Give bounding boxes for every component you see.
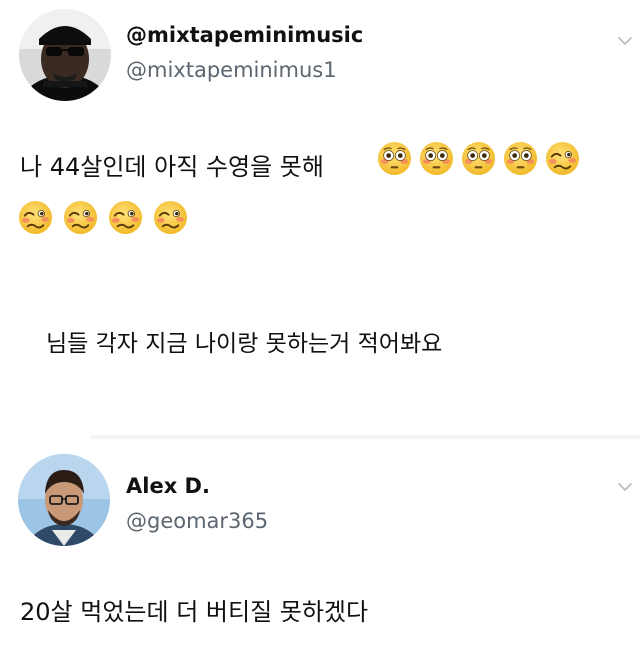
- tweet-text-line: 나 44살인데 아직 수영을 못해: [20, 153, 324, 181]
- person-glasses-avatar-icon: [18, 454, 110, 546]
- flushed-face-icon: [419, 141, 454, 176]
- woozy-face-icon: [545, 141, 580, 176]
- woozy-face-icon: [18, 200, 53, 235]
- display-name[interactable]: Alex D.: [126, 474, 210, 498]
- person-sunglasses-avatar-icon: [19, 9, 111, 101]
- flushed-face-icon: [461, 141, 496, 176]
- emoji-group: [377, 141, 580, 176]
- chevron-down-icon[interactable]: [616, 478, 634, 496]
- profile-avatar[interactable]: [19, 9, 111, 101]
- profile-avatar[interactable]: [18, 454, 110, 546]
- flushed-face-icon: [377, 141, 412, 176]
- user-handle[interactable]: @mixtapeminimus1: [126, 58, 337, 82]
- emoji-group: [18, 200, 188, 235]
- user-handle[interactable]: @geomar365: [126, 509, 268, 533]
- tweet-text-line: 님들 각자 지금 나이랑 못하는거 적어봐요: [46, 331, 443, 357]
- display-name[interactable]: @mixtapeminimusic: [126, 23, 363, 47]
- original-tweet: @mixtapeminimusic @mixtapeminimus1 나 44살…: [0, 0, 640, 432]
- flushed-face-icon: [503, 141, 538, 176]
- reply-tweet: Alex D. @geomar365 20살 먹었는데 더 버티질 못하겠다: [0, 440, 640, 652]
- woozy-face-icon: [108, 200, 143, 235]
- tweet-text-line: 20살 먹었는데 더 버티질 못하겠다: [20, 598, 369, 626]
- woozy-face-icon: [63, 200, 98, 235]
- woozy-face-icon: [153, 200, 188, 235]
- chevron-down-icon[interactable]: [616, 32, 634, 50]
